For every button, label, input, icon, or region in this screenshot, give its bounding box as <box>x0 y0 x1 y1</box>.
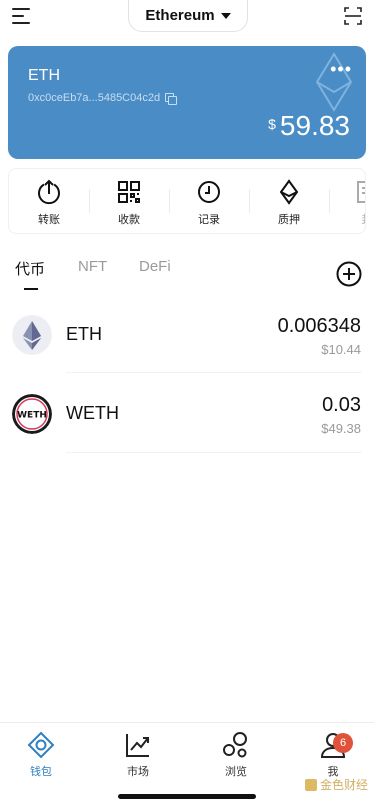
notification-badge: 6 <box>333 733 353 753</box>
wallet-balance: $ 59.83 <box>268 110 350 142</box>
wallet-icon <box>27 731 55 759</box>
network-selector[interactable]: Ethereum <box>128 0 248 32</box>
currency-symbol: $ <box>268 116 276 132</box>
home-indicator <box>118 794 256 799</box>
action-bar: 转账 收款 记录 质押 封 <box>8 168 366 234</box>
top-bar: Ethereum <box>0 0 374 36</box>
menu-icon[interactable] <box>12 8 30 24</box>
stake-button[interactable]: 质押 <box>249 169 329 233</box>
token-fiat-value: $10.44 <box>321 342 361 357</box>
asset-tabs: 代币 NFT DeFi <box>0 258 374 294</box>
nav-browse[interactable]: 浏览 <box>206 731 266 787</box>
token-fiat-value: $49.38 <box>321 421 361 436</box>
more-action-button[interactable]: 封 <box>327 169 366 233</box>
token-symbol: ETH <box>66 324 102 344</box>
stake-label: 质押 <box>278 214 300 226</box>
tab-indicator <box>24 288 38 290</box>
transfer-button[interactable]: 转账 <box>9 169 89 233</box>
transfer-icon <box>38 179 60 205</box>
receive-button[interactable]: 收款 <box>89 169 169 233</box>
wallet-card[interactable]: ETH 0xc0ceEb7a...5485C04c2d ••• $ 59.83 <box>8 46 366 159</box>
stake-icon <box>279 179 299 205</box>
wallet-address-text: 0xc0ceEb7a...5485C04c2d <box>28 92 161 104</box>
add-token-icon[interactable] <box>336 261 362 287</box>
token-quantity: 0.006348 <box>277 315 361 337</box>
history-button[interactable]: 记录 <box>169 169 249 233</box>
nav-browse-label: 浏览 <box>225 766 247 778</box>
market-icon <box>126 734 149 757</box>
more-options-icon[interactable]: ••• <box>330 60 352 78</box>
receive-label: 收款 <box>118 214 140 226</box>
balance-amount: 59.83 <box>279 110 350 141</box>
tab-nft[interactable]: NFT <box>78 258 107 275</box>
qr-receive-icon <box>118 181 140 203</box>
nav-wallet[interactable]: 钱包 <box>11 731 71 787</box>
nav-market-label: 市场 <box>127 766 149 778</box>
nav-wallet-label: 钱包 <box>30 766 52 778</box>
wallet-address[interactable]: 0xc0ceEb7a...5485C04c2d <box>28 92 178 105</box>
list-item[interactable]: WETH WETH 0.03 $49.38 <box>0 394 374 474</box>
network-label: Ethereum <box>145 7 215 24</box>
tab-defi[interactable]: DeFi <box>139 258 171 275</box>
watermark: 金色财经 <box>304 776 368 793</box>
history-icon <box>198 181 220 203</box>
divider <box>66 452 362 453</box>
transfer-label: 转账 <box>38 214 60 226</box>
divider <box>66 372 362 373</box>
weth-logo-icon: WETH <box>12 394 52 434</box>
watermark-logo-icon <box>304 778 317 791</box>
list-item[interactable]: ETH 0.006348 $10.44 <box>0 315 374 395</box>
more-action-label: 封 <box>362 211 366 227</box>
svg-text:WETH: WETH <box>17 411 47 421</box>
watermark-text: 金色财经 <box>319 778 368 792</box>
eth-logo-icon <box>12 315 52 355</box>
wallet-chain: ETH <box>28 67 60 84</box>
tab-tokens[interactable]: 代币 <box>15 258 45 279</box>
token-quantity: 0.03 <box>322 394 361 416</box>
more-action-icon <box>357 181 365 203</box>
copy-icon[interactable] <box>165 93 178 105</box>
scan-icon[interactable] <box>344 7 362 25</box>
chevron-down-icon <box>220 12 231 19</box>
token-symbol: WETH <box>66 403 119 423</box>
browse-icon <box>223 732 247 758</box>
history-label: 记录 <box>198 214 220 226</box>
nav-market[interactable]: 市场 <box>108 731 168 787</box>
